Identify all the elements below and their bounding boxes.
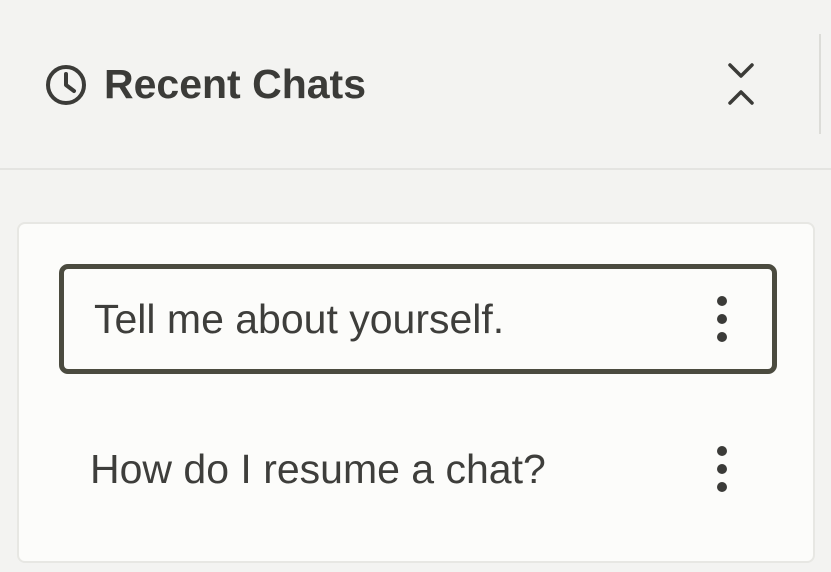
header-divider [819, 34, 821, 134]
clock-icon [46, 65, 86, 105]
panel-header: Recent Chats [0, 0, 831, 170]
chat-list-item[interactable]: How do I resume a chat? [59, 414, 777, 524]
collapse-chevrons-icon [728, 63, 754, 105]
more-vertical-icon[interactable] [710, 295, 734, 343]
more-vertical-icon[interactable] [710, 445, 734, 493]
chat-title: How do I resume a chat? [90, 446, 546, 492]
panel-title: Recent Chats [104, 61, 367, 107]
chat-list: Tell me about yourself. How do I resume … [17, 222, 815, 563]
chat-title: Tell me about yourself. [94, 296, 505, 342]
recent-chats-panel: Recent Chats Tell me about yourself. How… [0, 0, 831, 572]
collapse-button[interactable] [720, 58, 762, 112]
chat-list-item-selected[interactable]: Tell me about yourself. [59, 264, 777, 374]
